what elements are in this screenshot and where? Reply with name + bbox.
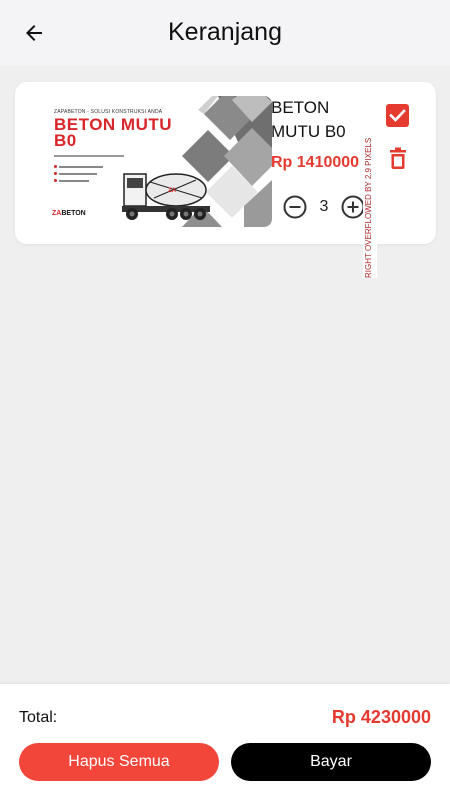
- product-price: Rp 1410000: [271, 154, 360, 171]
- app-bar: Keranjang: [0, 0, 450, 66]
- image-subline: [54, 155, 124, 157]
- product-image[interactable]: ZAPABETON - SOLUSI KONSTRUKSI ANDA BETON…: [32, 96, 272, 227]
- select-item-checkbox[interactable]: [386, 104, 409, 127]
- overflow-warning-text: RIGHT OVERFLOWED BY 2.9 PIXELS: [364, 137, 373, 278]
- total-value: Rp 4230000: [331, 707, 431, 727]
- delete-item-button[interactable]: [387, 146, 409, 170]
- page-title: Keranjang: [168, 18, 282, 46]
- image-heading: BETON MUTU B0: [54, 115, 173, 150]
- decrease-quantity-button[interactable]: [282, 194, 308, 220]
- image-brand: ZABETON: [52, 210, 86, 217]
- trash-icon: [390, 147, 406, 169]
- total-label: Total:: [19, 709, 58, 726]
- product-name: BETON MUTU B0: [271, 98, 346, 141]
- plus-circle-icon: [341, 195, 365, 219]
- svg-text:ZA: ZA: [168, 188, 177, 194]
- minus-circle-icon: [283, 195, 307, 219]
- quantity-value: 3: [319, 198, 329, 215]
- image-bullets: [54, 163, 103, 184]
- mixer-truck-illustration: ZA: [122, 173, 210, 220]
- pay-button[interactable]: Bayar: [231, 743, 431, 781]
- clear-all-button[interactable]: Hapus Semua: [19, 743, 219, 781]
- check-icon: [389, 109, 406, 122]
- checkout-bar: Total: Rp 4230000 Hapus Semua Bayar: [0, 684, 450, 800]
